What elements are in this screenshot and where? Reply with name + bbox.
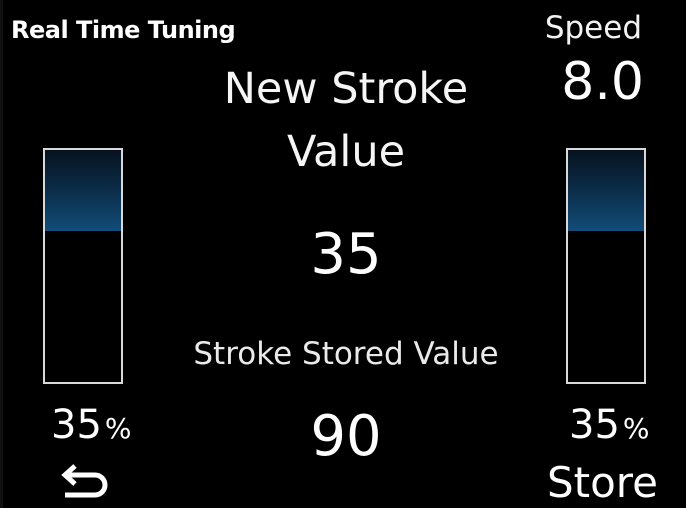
heading-line-2: Value bbox=[286, 127, 406, 177]
right-percent-value: 35 bbox=[569, 402, 620, 448]
new-stroke-heading: New Stroke Value bbox=[181, 58, 511, 184]
back-button[interactable] bbox=[59, 462, 115, 502]
new-stroke-value[interactable]: 35 bbox=[181, 222, 511, 287]
right-percent-unit: % bbox=[622, 412, 650, 445]
right-percent: 35% bbox=[569, 402, 650, 448]
stored-value-label: Stroke Stored Value bbox=[193, 336, 499, 372]
left-percent: 35% bbox=[51, 402, 132, 448]
stored-value: 90 bbox=[310, 404, 382, 469]
tuning-screen: Real Time Tuning Speed 8.0 New Stroke Va… bbox=[0, 0, 686, 508]
left-level-bar-fill bbox=[45, 150, 121, 232]
right-level-bar bbox=[566, 148, 646, 384]
left-percent-unit: % bbox=[104, 412, 132, 445]
heading-line-1: New Stroke bbox=[223, 64, 469, 114]
right-level-bar-fill bbox=[568, 150, 644, 232]
return-arrow-icon bbox=[61, 464, 108, 498]
store-button[interactable]: Store bbox=[547, 458, 658, 507]
page-title: Real Time Tuning bbox=[11, 16, 236, 44]
speed-value: 8.0 bbox=[561, 52, 644, 112]
left-level-bar bbox=[43, 148, 123, 384]
left-percent-value: 35 bbox=[51, 402, 102, 448]
speed-label: Speed bbox=[544, 10, 642, 46]
